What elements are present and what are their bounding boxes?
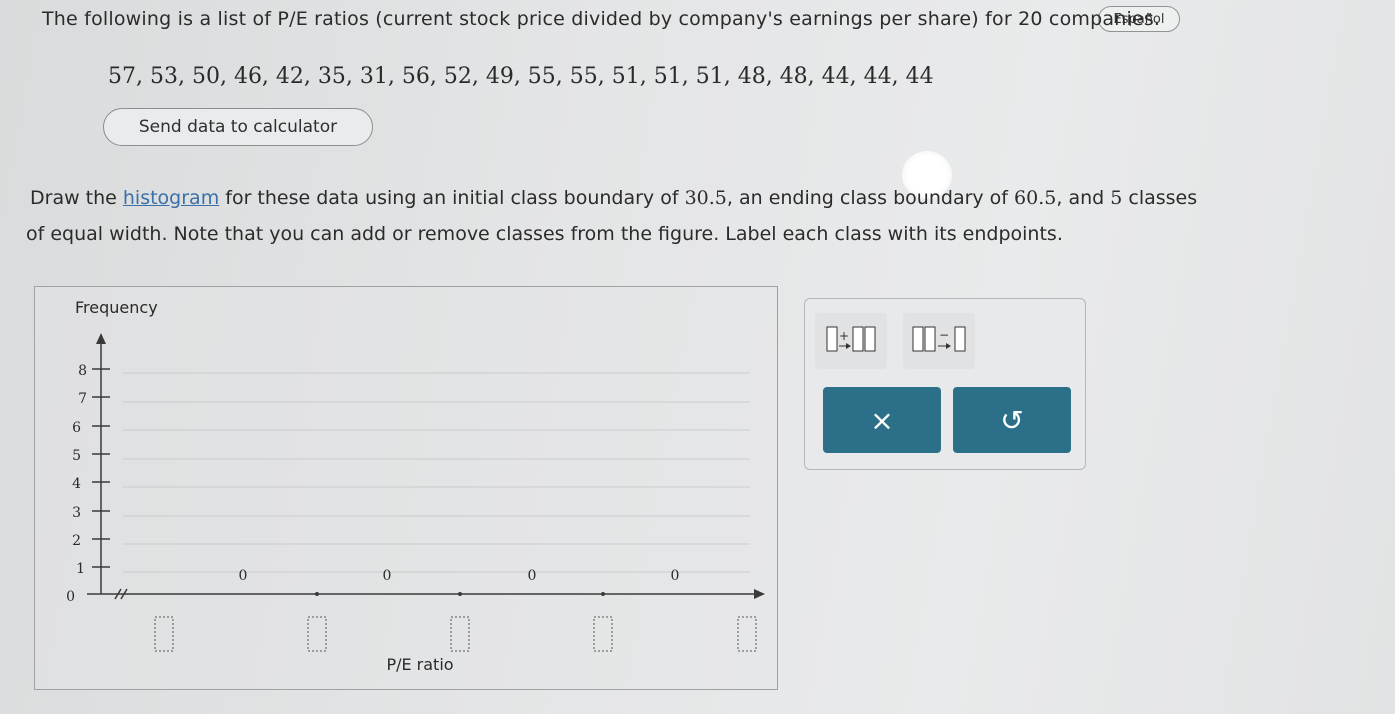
boundary-input[interactable]	[154, 616, 174, 652]
y-tick-label: 5	[72, 448, 81, 464]
class-boundary-point[interactable]	[458, 592, 462, 596]
instructions: Draw the histogram for these data using …	[26, 180, 1198, 252]
boundary-input[interactable]	[737, 616, 757, 652]
ending-boundary-value: 60.5	[1014, 187, 1057, 209]
class-frequency-label: 0	[671, 568, 680, 584]
instructions-text: classes	[1122, 187, 1198, 209]
boundary-input[interactable]	[450, 616, 470, 652]
class-frequency-label: 0	[239, 568, 248, 584]
class-boundary-point[interactable]	[601, 592, 605, 596]
undo-icon: ↺	[1000, 403, 1024, 437]
class-count-value: 5	[1110, 187, 1123, 209]
svg-text:−: −	[939, 328, 949, 342]
instructions-text: for these data using an initial class bo…	[219, 187, 685, 209]
histogram-graph-panel[interactable]: 0 1 2 3 4 5 6 7 8 Frequency 0 0 0 0 P/E …	[34, 286, 778, 690]
y-tick-label: 7	[78, 391, 87, 407]
boundary-input[interactable]	[307, 616, 327, 652]
y-tick-label: 6	[72, 420, 81, 436]
instructions-text: , and	[1056, 187, 1111, 209]
data-values: 57, 53, 50, 46, 42, 35, 31, 56, 52, 49, …	[108, 64, 934, 89]
send-data-button[interactable]: Send data to calculator	[103, 108, 373, 146]
y-tick-label: 8	[78, 363, 87, 379]
instructions-text: Draw the	[30, 187, 123, 209]
remove-class-icon: −	[912, 326, 966, 352]
boundary-input[interactable]	[593, 616, 613, 652]
y-tick-label: 1	[76, 561, 85, 577]
add-class-icon: +	[826, 326, 876, 352]
undo-button[interactable]: ↺	[953, 387, 1071, 453]
remove-class-tool[interactable]: −	[903, 313, 975, 369]
y-axis-title: Frequency	[75, 298, 158, 317]
close-icon: ×	[870, 403, 894, 437]
problem-intro: The following is a list of P/E ratios (c…	[42, 8, 1161, 30]
y-tick-label: 4	[72, 476, 81, 492]
y-tick-label: 2	[72, 533, 81, 549]
y-axis-arrow-icon	[96, 333, 106, 344]
class-frequency-label: 0	[383, 568, 392, 584]
class-frequency-label: 0	[528, 568, 537, 584]
add-class-tool[interactable]: +	[815, 313, 887, 369]
x-axis-title: P/E ratio	[386, 655, 453, 674]
clear-button[interactable]: ×	[823, 387, 941, 453]
y-tick-label: 3	[72, 505, 81, 521]
initial-boundary-value: 30.5	[684, 187, 727, 209]
class-boundary-point[interactable]	[315, 592, 319, 596]
histogram-canvas[interactable]: 0 1 2 3 4 5 6 7 8 Frequency 0 0 0 0 P/E …	[35, 287, 779, 691]
y-tick-label: 0	[66, 589, 75, 605]
svg-text:+: +	[839, 329, 849, 343]
graph-tools-panel: + − × ↺	[804, 298, 1086, 470]
grid-lines	[123, 372, 750, 573]
instructions-text: , an ending class boundary of	[726, 187, 1015, 209]
x-axis-arrow-icon	[754, 589, 765, 599]
histogram-link[interactable]: histogram	[123, 187, 219, 209]
instructions-line-2: of equal width. Note that you can add or…	[26, 223, 1063, 245]
